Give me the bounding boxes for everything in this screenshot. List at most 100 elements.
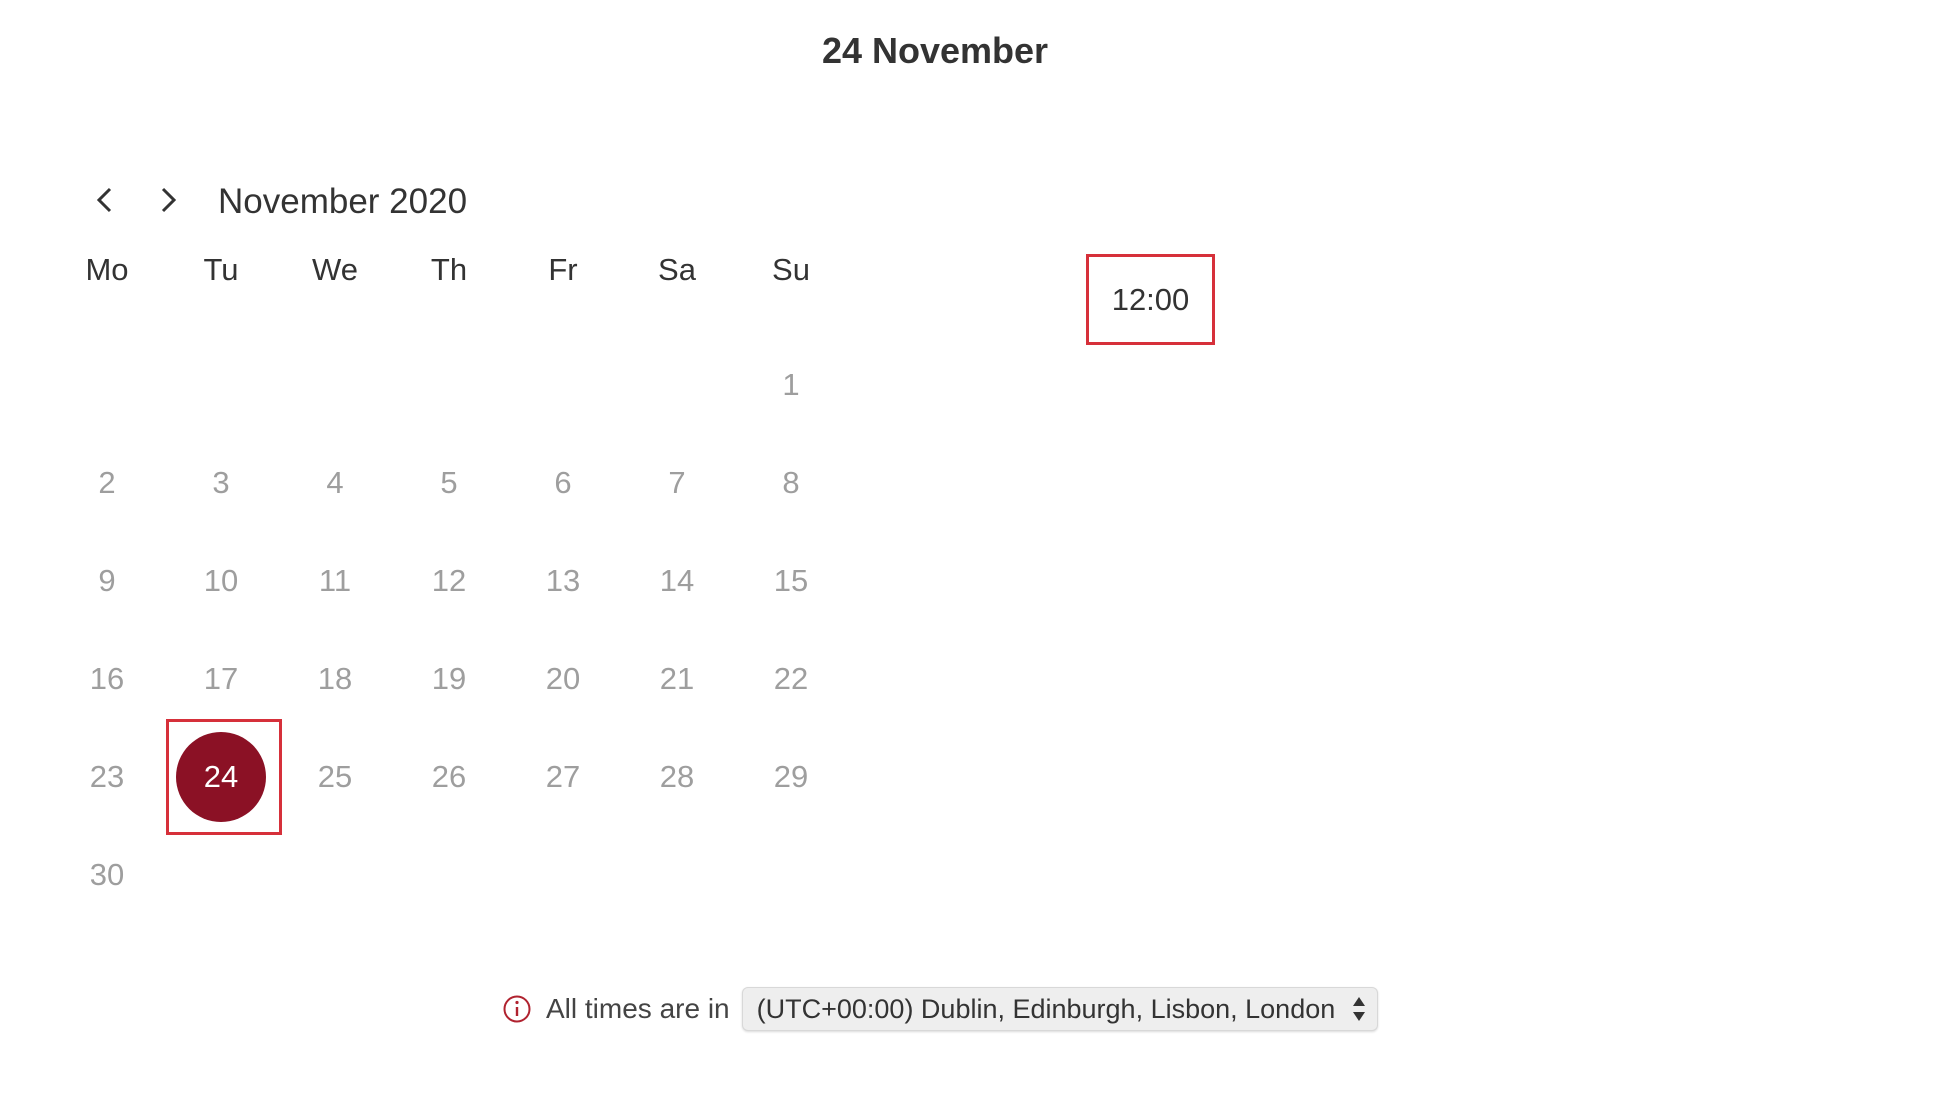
day-number: 9	[98, 563, 116, 598]
day-number: 14	[659, 563, 695, 598]
day-number: 2	[98, 465, 116, 500]
calendar-week: 2 3 4 5 6 7 8	[50, 434, 848, 532]
weekday-label: Mo	[85, 252, 129, 287]
day-number: 21	[659, 661, 695, 696]
month-label: November 2020	[218, 182, 468, 221]
calendar-week: 9 10 11 12 13 14 15	[50, 532, 848, 630]
calendar-empty-cell	[278, 826, 392, 924]
calendar-empty-cell	[620, 826, 734, 924]
day-number: 17	[203, 661, 239, 696]
calendar-day[interactable]: 11	[278, 532, 392, 630]
day-number: 26	[431, 759, 467, 794]
calendar-day[interactable]: 8	[734, 434, 848, 532]
page-title: 24 November	[821, 30, 1049, 71]
calendar-day[interactable]: 16	[50, 630, 164, 728]
calendar-empty-cell	[506, 826, 620, 924]
calendar-week: 30	[50, 826, 848, 924]
info-icon	[503, 995, 531, 1023]
calendar-empty-cell	[392, 336, 506, 434]
calendar-day[interactable]: 20	[506, 630, 620, 728]
calendar-day[interactable]: 3	[164, 434, 278, 532]
calendar-days: 1 2 3 4 5 6 7 8 9 10 11 12 13 14 15 16 17 18 19 20 21 22 23 24 2…	[50, 336, 848, 924]
day-number: 8	[782, 465, 800, 500]
calendar-day[interactable]: 9	[50, 532, 164, 630]
calendar-day[interactable]: 15	[734, 532, 848, 630]
calendar-day[interactable]: 1	[734, 336, 848, 434]
timezone-row: All times are in (UTC+00:00) Dublin, Edi…	[502, 986, 1378, 1032]
calendar-day[interactable]: 28	[620, 728, 734, 826]
calendar-empty-cell	[50, 336, 164, 434]
calendar-day[interactable]: 5	[392, 434, 506, 532]
day-number: 6	[554, 465, 572, 500]
day-number: 19	[431, 661, 467, 696]
calendar-day[interactable]: 12	[392, 532, 506, 630]
day-number: 27	[545, 759, 581, 794]
calendar-day[interactable]: 13	[506, 532, 620, 630]
calendar-day[interactable]: 19	[392, 630, 506, 728]
timezone-value: (UTC+00:00) Dublin, Edinburgh, Lisbon, L…	[756, 993, 1336, 1024]
calendar-empty-cell	[734, 826, 848, 924]
time-slot-button[interactable]: 12:00	[1086, 254, 1215, 345]
timezone-prefix: All times are in	[546, 993, 730, 1024]
calendar-week: 1	[50, 336, 848, 434]
weekday-label: Su	[772, 252, 810, 287]
calendar-day[interactable]: 23	[50, 728, 164, 826]
calendar-day[interactable]: 14	[620, 532, 734, 630]
calendar-week: 16 17 18 19 20 21 22	[50, 630, 848, 728]
calendar-empty-cell	[392, 826, 506, 924]
calendar-day[interactable]: 27	[506, 728, 620, 826]
day-number: 15	[773, 563, 809, 598]
day-number: 16	[89, 661, 125, 696]
calendar-day-selected[interactable]: 24	[164, 719, 282, 835]
calendar-day[interactable]: 18	[278, 630, 392, 728]
day-number: 23	[89, 759, 125, 794]
calendar-day[interactable]: 17	[164, 630, 278, 728]
calendar-day[interactable]: 2	[50, 434, 164, 532]
day-number: 29	[773, 759, 809, 794]
calendar-day[interactable]: 21	[620, 630, 734, 728]
calendar-day[interactable]: 4	[278, 434, 392, 532]
next-month-button[interactable]	[146, 178, 190, 222]
calendar-grid: Mo Tu We Th Fr Sa Su 1 2 3 4 5 6 7 8 9 10 11 12 13 14…	[50, 252, 848, 924]
calendar-empty-cell	[164, 826, 278, 924]
calendar-empty-cell	[506, 336, 620, 434]
day-number: 18	[317, 661, 353, 696]
timezone-select[interactable]: (UTC+00:00) Dublin, Edinburgh, Lisbon, L…	[741, 987, 1378, 1031]
sort-arrows-icon	[1352, 997, 1365, 1021]
calendar-empty-cell	[620, 336, 734, 434]
day-number: 24	[176, 732, 266, 822]
day-number: 12	[431, 563, 467, 598]
calendar-empty-cell	[278, 336, 392, 434]
day-number: 22	[773, 661, 809, 696]
weekday-label: Tu	[203, 252, 239, 287]
weekday-label: Fr	[548, 252, 578, 287]
chevron-left-icon	[96, 187, 112, 213]
chevron-right-icon	[161, 187, 177, 213]
day-number: 5	[440, 465, 458, 500]
day-number: 4	[326, 465, 344, 500]
previous-month-button[interactable]	[83, 178, 127, 222]
day-number: 7	[668, 465, 686, 500]
weekday-label: Sa	[658, 252, 696, 287]
day-number: 25	[317, 759, 353, 794]
calendar-day[interactable]: 26	[392, 728, 506, 826]
day-number: 3	[212, 465, 230, 500]
calendar-empty-cell	[164, 336, 278, 434]
day-number: 13	[545, 563, 581, 598]
calendar-day[interactable]: 22	[734, 630, 848, 728]
calendar-week: 23 24 25 26 27 28 29	[50, 719, 848, 835]
weekday-label: We	[312, 252, 358, 287]
weekday-header: Mo Tu We Th Fr Sa Su	[50, 240, 848, 300]
calendar-day[interactable]: 29	[734, 728, 848, 826]
day-number: 30	[89, 857, 125, 892]
calendar-day[interactable]: 30	[50, 826, 164, 924]
calendar-day[interactable]: 25	[278, 728, 392, 826]
weekday-label: Th	[430, 252, 468, 287]
calendar-day[interactable]: 6	[506, 434, 620, 532]
day-number: 11	[318, 563, 352, 598]
day-number: 28	[659, 759, 695, 794]
day-number: 20	[545, 661, 581, 696]
calendar-day[interactable]: 10	[164, 532, 278, 630]
calendar-day[interactable]: 7	[620, 434, 734, 532]
day-number: 1	[782, 367, 800, 402]
